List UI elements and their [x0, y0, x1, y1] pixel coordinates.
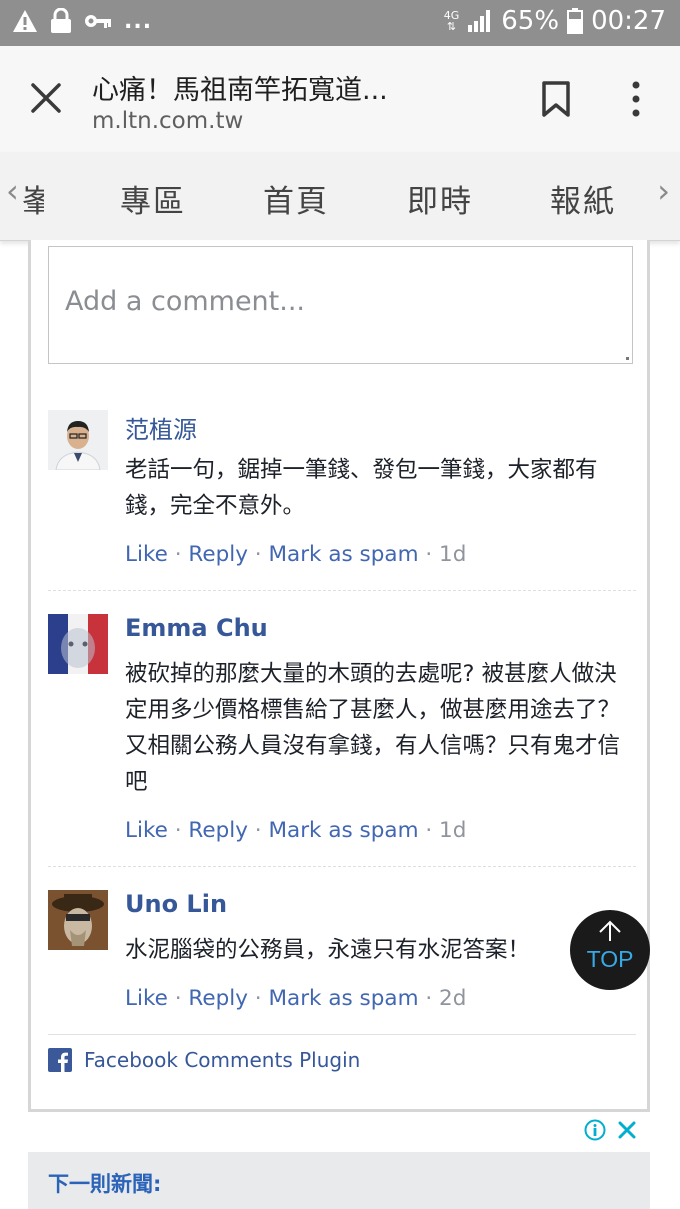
avatar[interactable]	[48, 614, 108, 674]
like-link[interactable]: Like	[125, 818, 168, 843]
separator: ·	[174, 986, 182, 1011]
browser-header: 心痛！馬祖南竿拓寬道... m.ltn.com.tw	[0, 46, 680, 153]
comment-body: Emma Chu 被砍掉的那麼大量的木頭的去處呢? 被甚麼人做決定用多少價格標售…	[125, 614, 635, 843]
tab-special[interactable]: 專區	[120, 176, 186, 221]
comment-text: 被砍掉的那麼大量的木頭的去處呢? 被甚麼人做決定用多少價格標售給了甚麼人，做甚麼…	[125, 661, 621, 795]
comment-text: 老話一句，鋸掉一筆錢、發包一筆錢，大家都有錢，完全不意外。	[125, 457, 598, 519]
overflow-menu-icon[interactable]	[624, 80, 648, 118]
comment-text: 水泥腦袋的公務員，永遠只有水泥答案！	[125, 937, 531, 963]
reply-link[interactable]: Reply	[188, 542, 248, 567]
signal-icon	[468, 10, 491, 32]
comment-actions: Like · Reply · Mark as spam · 2d	[125, 986, 635, 1011]
ad-banner	[28, 1112, 650, 1152]
comment-divider	[48, 866, 636, 867]
comment-body: 范植源 老話一句，鋸掉一筆錢、發包一筆錢，大家都有錢，完全不意外。 Like ·…	[125, 410, 635, 567]
battery-icon	[567, 8, 584, 34]
close-icon[interactable]	[28, 80, 64, 116]
comments-plugin: 范植源 老話一句，鋸掉一筆錢、發包一筆錢，大家都有錢，完全不意外。 Like ·…	[28, 240, 650, 1112]
facebook-icon	[48, 1048, 72, 1072]
next-news-label: 下一則新聞:	[48, 1172, 162, 1196]
comment-author[interactable]: Uno Lin	[125, 890, 635, 926]
comment-author[interactable]: Emma Chu	[125, 614, 635, 650]
fb-plugin-label[interactable]: Facebook Comments Plugin	[84, 1048, 360, 1072]
mark-spam-link[interactable]: Mark as spam	[268, 542, 418, 567]
like-link[interactable]: Like	[125, 986, 168, 1011]
comment-body: Uno Lin 水泥腦袋的公務員，永遠只有水泥答案！ Like · Reply …	[125, 890, 635, 1011]
status-right: 4G ⇅ 65% 00:27	[444, 6, 666, 36]
comment-box[interactable]	[48, 246, 633, 364]
separator: ·	[174, 542, 182, 567]
ad-info-icon[interactable]	[584, 1119, 606, 1141]
mark-spam-link[interactable]: Mark as spam	[268, 986, 418, 1011]
nav-scroll-left-icon[interactable]: ‹	[6, 172, 19, 210]
status-bar: ... 4G ⇅ 65% 00:27	[0, 0, 680, 46]
comment-time[interactable]: 1d	[439, 542, 466, 567]
separator: ·	[254, 986, 262, 1011]
data-arrows-icon: ⇅	[446, 20, 457, 33]
warning-icon	[13, 10, 37, 32]
avatar-photo-icon	[48, 890, 108, 950]
battery-percent: 65%	[501, 6, 560, 36]
bookmark-icon[interactable]	[540, 80, 572, 118]
nav-scroll-right-icon[interactable]: ›	[657, 172, 670, 210]
avatar[interactable]	[48, 890, 108, 950]
mark-spam-link[interactable]: Mark as spam	[268, 818, 418, 843]
separator: ·	[254, 542, 262, 567]
page-url[interactable]: m.ltn.com.tw	[92, 108, 243, 134]
plugin-footer-divider	[48, 1034, 636, 1035]
separator: ·	[425, 542, 433, 567]
comment-input[interactable]	[49, 247, 632, 331]
avatar-photo-icon	[48, 614, 108, 674]
separator: ·	[254, 818, 262, 843]
comment-actions: Like · Reply · Mark as spam · 1d	[125, 818, 635, 843]
separator: ·	[425, 986, 433, 1011]
notification-more: ...	[124, 8, 153, 34]
resize-handle[interactable]	[626, 357, 629, 360]
next-news-bar[interactable]: 下一則新聞:	[28, 1152, 650, 1209]
lock-icon	[51, 8, 71, 33]
separator: ·	[425, 818, 433, 843]
fb-plugin-footer[interactable]: Facebook Comments Plugin	[48, 1048, 360, 1072]
comment-divider	[48, 590, 636, 591]
tab-newspaper[interactable]: 報紙	[550, 176, 616, 221]
clock: 00:27	[591, 6, 666, 36]
like-link[interactable]: Like	[125, 542, 168, 567]
ad-close-icon[interactable]	[616, 1119, 638, 1141]
tab-partial[interactable]: 峯	[22, 176, 44, 221]
comment-time[interactable]: 2d	[439, 986, 466, 1011]
avatar-photo-icon	[48, 410, 108, 470]
page-title: 心痛！馬祖南竿拓寬道...	[92, 75, 388, 106]
arrow-up-icon	[599, 920, 621, 941]
tab-home[interactable]: 首頁	[263, 176, 329, 221]
separator: ·	[174, 818, 182, 843]
back-to-top-label: TOP	[586, 946, 634, 972]
key-icon	[85, 15, 111, 28]
avatar[interactable]	[48, 410, 108, 470]
comment-time[interactable]: 1d	[439, 818, 466, 843]
section-nav: ‹ 峯 專區 首頁 即時 報紙 ›	[0, 152, 680, 241]
back-to-top-button[interactable]: TOP	[570, 910, 650, 990]
comment-actions: Like · Reply · Mark as spam · 1d	[125, 542, 635, 567]
status-left: ...	[12, 8, 152, 34]
comment-author[interactable]: 范植源	[125, 410, 635, 446]
reply-link[interactable]: Reply	[188, 818, 248, 843]
network-label: 4G ⇅	[444, 10, 460, 32]
reply-link[interactable]: Reply	[188, 986, 248, 1011]
tab-realtime[interactable]: 即時	[407, 176, 473, 221]
